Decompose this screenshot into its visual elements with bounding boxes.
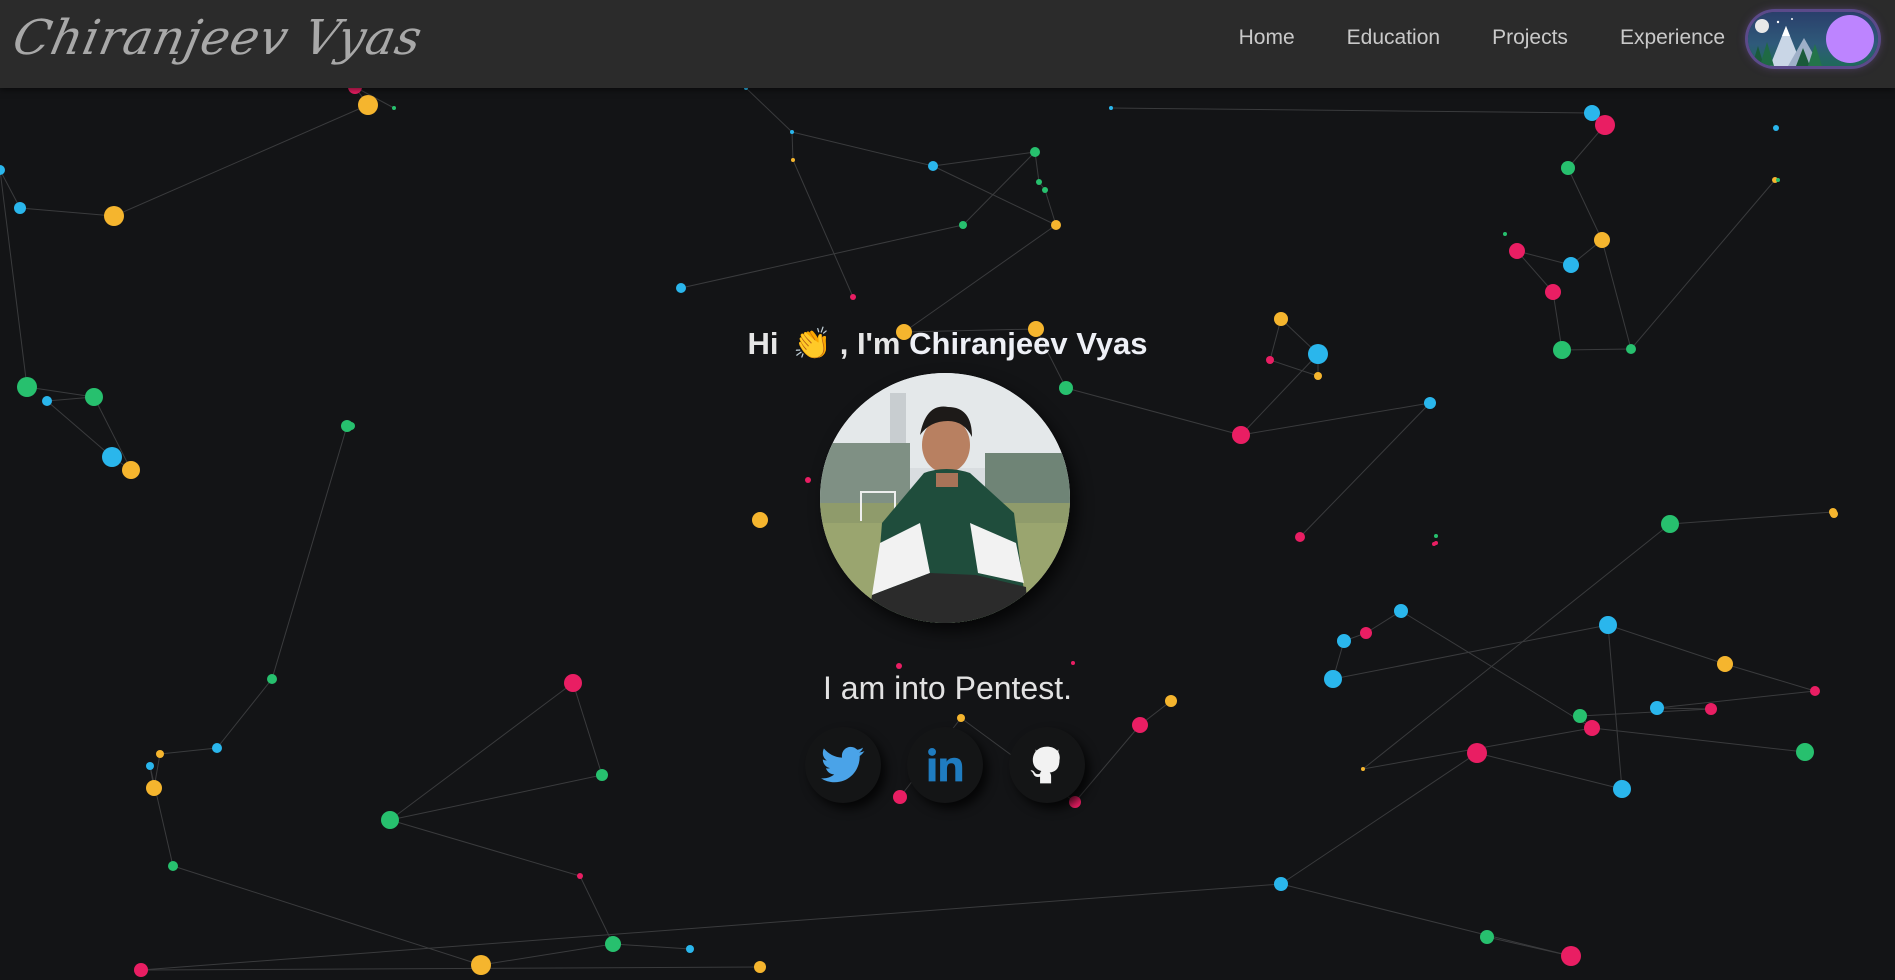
theme-toggle-knob[interactable] (1826, 15, 1874, 63)
greeting-prefix: Hi (747, 326, 779, 361)
greeting-middle: , I'm (839, 326, 901, 361)
twitter-icon (821, 746, 865, 783)
profile-photo-icon (820, 373, 1070, 623)
github-link[interactable] (1009, 727, 1085, 803)
clapping-hands-icon: 👏 (793, 326, 832, 361)
hero-tagline: I am into Pentest. (822, 670, 1072, 706)
page: Chiranjeev Vyas Home Education Projects … (0, 0, 1895, 980)
theme-toggle[interactable] (1748, 12, 1878, 66)
nav-education[interactable]: Education (1347, 26, 1440, 50)
hero-name: Chiranjeev Vyas (909, 326, 1148, 361)
greeting-heading: Hi 👏, I'm Chiranjeev Vyas (0, 325, 1895, 362)
twitter-link[interactable] (805, 727, 881, 803)
linkedin-icon (928, 747, 963, 782)
nav-links: Home Education Projects Experience (1239, 26, 1725, 50)
nav-home[interactable]: Home (1239, 26, 1295, 50)
profile-avatar (820, 373, 1070, 623)
social-links (805, 727, 1085, 803)
site-logo[interactable]: Chiranjeev Vyas (8, 10, 428, 66)
hero-section: Hi 👏, I'm Chiranjeev Vyas I am into Pent… (0, 0, 1895, 980)
nav-projects[interactable]: Projects (1492, 26, 1568, 50)
nav-experience[interactable]: Experience (1620, 26, 1725, 50)
github-icon (1030, 746, 1060, 784)
navbar: Chiranjeev Vyas Home Education Projects … (0, 0, 1895, 88)
linkedin-link[interactable] (907, 727, 983, 803)
